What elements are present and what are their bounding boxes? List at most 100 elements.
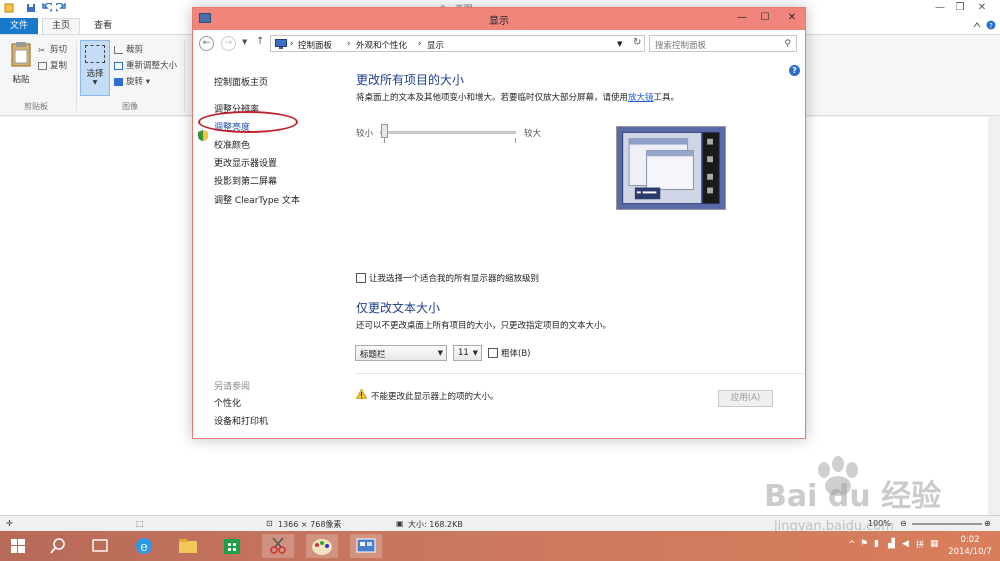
address-dropdown-icon[interactable]: ▼ xyxy=(617,40,622,48)
link-personalization[interactable]: 个性化 xyxy=(214,396,241,409)
recent-pages-dropdown[interactable]: ▼ xyxy=(242,38,247,46)
undo-icon[interactable] xyxy=(42,3,52,13)
control-panel-icon[interactable] xyxy=(350,534,382,558)
warning-text: 不能更改此显示器上的项的大小。 xyxy=(371,392,499,402)
maximize-button[interactable]: ☐ xyxy=(754,10,776,26)
search-icon[interactable] xyxy=(44,534,72,558)
image-dimensions: 1366 × 768像素 xyxy=(278,520,342,529)
system-clock[interactable]: 0:02 2014/10/7 xyxy=(944,534,996,558)
text-item-select[interactable]: 标题栏 ▼ xyxy=(355,345,447,361)
crop-icon xyxy=(114,45,123,54)
chevron-down-icon: ▼ xyxy=(472,349,478,357)
keyboard-icon[interactable]: ▦ xyxy=(930,539,939,549)
close-button[interactable]: ✕ xyxy=(779,10,805,26)
crop-button[interactable]: 裁剪 xyxy=(114,43,143,55)
dialog-title: 显示 xyxy=(489,16,509,27)
desc-prefix: 将桌面上的文本及其他项变小和增大。若要临时仅放大部分屏幕，请使用 xyxy=(356,93,629,103)
resize-label: 重新调整大小 xyxy=(126,61,178,71)
paint-close-button[interactable]: ✕ xyxy=(972,1,992,14)
heading-text-size-only: 仅更改文本大小 xyxy=(356,301,441,315)
breadcrumb-display[interactable]: 显示 xyxy=(427,39,444,51)
link-cleartype[interactable]: 调整 ClearType 文本 xyxy=(214,193,300,206)
snipping-tool-icon[interactable] xyxy=(262,534,294,558)
link-control-panel-home[interactable]: 控制面板主页 xyxy=(214,75,268,88)
baidu-jingyan-watermark: Bai du 经验 jingyan.baidu.com xyxy=(764,456,941,534)
input-method-icon[interactable]: 拼 xyxy=(916,539,924,550)
paste-button[interactable]: 粘贴 xyxy=(8,41,34,89)
back-button[interactable]: ← xyxy=(199,36,214,51)
refresh-icon[interactable]: ↻ xyxy=(633,37,641,48)
file-size-icon: ▣ xyxy=(396,519,404,528)
size-slider-thumb[interactable] xyxy=(381,124,388,138)
address-bar: ← → ▼ ↑ › 控制面板 › 外观和个性化 › 显示 ▼ ↻ 搜索控制面板 … xyxy=(193,30,805,56)
clock-time: 0:02 xyxy=(960,535,980,545)
copy-icon xyxy=(38,61,47,70)
main-content-pane: ? 更改所有项目的大小 将桌面上的文本及其他项变小和增大。若要临时仅放大部分屏幕… xyxy=(343,56,805,436)
size-slider-track[interactable] xyxy=(380,131,516,134)
bold-checkbox[interactable] xyxy=(488,348,498,358)
chevron-down-icon: ▼ xyxy=(92,79,98,86)
taskbar: e ^ ⚑ ▮ ▟ ◀ 拼 ▦ 0:02 2014/10/7 xyxy=(0,531,1000,561)
start-windows-icon[interactable] xyxy=(4,534,32,558)
tab-view[interactable]: 查看 xyxy=(84,18,122,34)
file-size: 大小: 168.2KB xyxy=(408,520,463,529)
ribbon-separator xyxy=(76,41,77,111)
help-icon[interactable]: ? xyxy=(789,65,800,76)
tab-home[interactable]: 主页 xyxy=(42,18,80,34)
text-size-description: 还可以不更改桌面上所有项目的大小，只更改指定项目的文本大小。 xyxy=(356,321,612,331)
display-dialog: 显示 — ☐ ✕ ← → ▼ ↑ › 控制面板 › 外观和个性化 › 显示 ▼ … xyxy=(192,7,806,439)
select-rect-icon xyxy=(85,45,105,63)
selection-size-icon: ⬚ xyxy=(136,519,144,528)
save-icon[interactable] xyxy=(26,3,36,13)
apply-button[interactable]: 应用(A) xyxy=(718,390,773,407)
paint-icon[interactable] xyxy=(306,534,338,558)
font-size-select[interactable]: 11 ▼ xyxy=(453,345,482,361)
resize-button[interactable]: 重新调整大小 xyxy=(114,59,177,71)
store-icon[interactable] xyxy=(218,534,246,558)
link-calibrate-color[interactable]: 校准颜色 xyxy=(214,138,250,151)
help-circle-icon[interactable]: ? xyxy=(986,20,996,30)
search-icon: ⚲ xyxy=(784,39,791,49)
paint-minimize-button[interactable]: — xyxy=(930,1,950,14)
link-display-settings[interactable]: 更改显示器设置 xyxy=(214,156,277,169)
internet-explorer-icon[interactable]: e xyxy=(130,534,158,558)
resize-icon xyxy=(114,61,123,70)
bold-label: 粗体(B) xyxy=(501,349,531,359)
redo-icon[interactable] xyxy=(56,3,66,13)
minimize-button[interactable]: — xyxy=(731,10,753,26)
rotate-label: 旋转 xyxy=(126,77,144,87)
ribbon-collapse-icon[interactable] xyxy=(972,21,982,29)
battery-icon[interactable]: ▮ xyxy=(874,539,879,549)
magnifier-link[interactable]: 放大镜 xyxy=(628,93,654,103)
custom-scaling-checkbox[interactable] xyxy=(356,273,366,283)
link-project-second-screen[interactable]: 投影到第二屏幕 xyxy=(214,174,277,187)
copy-button[interactable]: 复制 xyxy=(38,59,67,71)
font-size-value: 11 xyxy=(458,348,469,358)
file-explorer-icon[interactable] xyxy=(174,534,202,558)
forward-button[interactable]: → xyxy=(221,36,236,51)
see-also-heading: 另请参阅 xyxy=(214,382,251,392)
rotate-button[interactable]: 旋转 ▾ xyxy=(114,75,150,87)
link-devices-printers[interactable]: 设备和打印机 xyxy=(214,414,268,427)
cut-label: 剪切 xyxy=(50,45,68,55)
task-view-icon[interactable] xyxy=(86,534,114,558)
breadcrumb-appearance[interactable]: 外观和个性化 xyxy=(356,39,407,51)
select-button[interactable]: 选择 ▼ xyxy=(80,40,110,96)
dialog-titlebar: 显示 — ☐ ✕ xyxy=(193,8,805,30)
action-center-flag-icon[interactable]: ⚑ xyxy=(860,539,868,549)
custom-scaling-label: 让我选择一个适合我的所有显示器的缩放级别 xyxy=(369,274,540,284)
network-icon[interactable]: ▟ xyxy=(888,539,895,549)
up-button[interactable]: ↑ xyxy=(256,36,264,47)
address-box[interactable]: › 控制面板 › 外观和个性化 › 显示 ▼ ↻ xyxy=(270,35,645,52)
search-input[interactable]: 搜索控制面板 ⚲ xyxy=(649,35,797,52)
tab-file[interactable]: 文件 xyxy=(0,18,38,34)
volume-icon[interactable]: ◀ xyxy=(902,539,909,549)
clipboard-group-label: 剪贴板 xyxy=(24,102,48,111)
rotate-icon xyxy=(114,77,123,86)
breadcrumb-control-panel[interactable]: 控制面板 xyxy=(298,39,332,51)
tray-overflow-icon[interactable]: ^ xyxy=(848,540,856,550)
search-placeholder: 搜索控制面板 xyxy=(655,41,707,51)
breadcrumb-chevron-icon: › xyxy=(347,39,351,49)
paint-restore-button[interactable]: ❐ xyxy=(950,1,970,14)
cut-button[interactable]: ✂ 剪切 xyxy=(38,43,68,56)
